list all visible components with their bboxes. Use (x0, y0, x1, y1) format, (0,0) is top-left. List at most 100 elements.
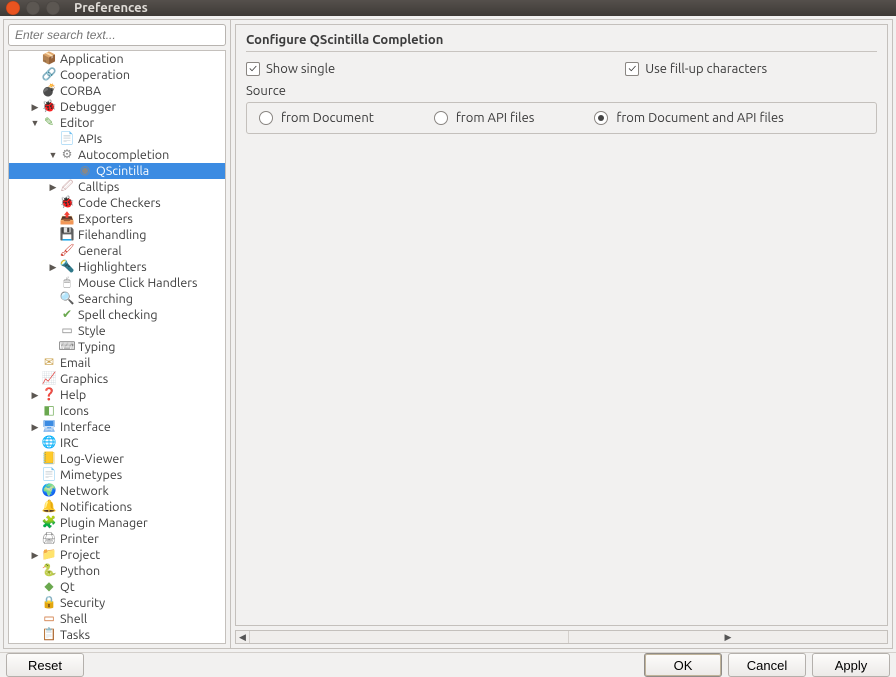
tree-item-filehandling[interactable]: 💾Filehandling (9, 227, 225, 243)
check-use-fillup[interactable]: ✓ Use fill-up characters (625, 62, 767, 76)
radio-from-api[interactable]: from API files (434, 111, 535, 125)
reset-button[interactable]: Reset (6, 653, 84, 677)
tree-item-code-checkers[interactable]: 🐞Code Checkers (9, 195, 225, 211)
scroll-track[interactable] (250, 631, 568, 643)
expand-arrow-icon[interactable]: ▼ (29, 115, 41, 131)
window-title: Preferences (74, 1, 148, 15)
tree-item-irc[interactable]: 🌐IRC (9, 435, 225, 451)
expand-arrow-icon[interactable]: ▶ (47, 179, 59, 195)
tree-item-style[interactable]: ▭Style (9, 323, 225, 339)
scroll-left-icon[interactable]: ◀ (236, 631, 250, 643)
tree-item-python[interactable]: 🐍Python (9, 563, 225, 579)
tree-item-icon: 🖌 (59, 243, 75, 259)
tree-item-typing[interactable]: ⌨Typing (9, 339, 225, 355)
tree-item-project[interactable]: ▶📁Project (9, 547, 225, 563)
expand-arrow-icon[interactable]: ▼ (47, 147, 59, 163)
radio-from-both[interactable]: from Document and API files (594, 111, 783, 125)
expand-arrow-icon[interactable]: ▶ (29, 99, 41, 115)
tree-item-email[interactable]: ✉Email (9, 355, 225, 371)
tree-item-printer[interactable]: 🖨Printer (9, 531, 225, 547)
tree-item-help[interactable]: ▶❓Help (9, 387, 225, 403)
tree-item-highlighters[interactable]: ▶🔦Highlighters (9, 259, 225, 275)
tree-item-label: QScintilla (96, 163, 149, 179)
radio-icon (434, 111, 448, 125)
radio-label: from API files (456, 111, 535, 125)
tree-item-qscintilla[interactable]: ◉QScintilla (9, 163, 225, 179)
tree-item-editor[interactable]: ▼✎Editor (9, 115, 225, 131)
tree-item-exporters[interactable]: 📤Exporters (9, 211, 225, 227)
tree-item-label: Network (60, 483, 109, 499)
tree-item-label: Mimetypes (60, 467, 122, 483)
tree-item-calltips[interactable]: ▶🖉Calltips (9, 179, 225, 195)
tree-item-debugger[interactable]: ▶🐞Debugger (9, 99, 225, 115)
expand-arrow-icon[interactable]: ▶ (29, 419, 41, 435)
tree-item-icon: 🔔 (41, 499, 57, 515)
tree-item-qt[interactable]: ◆Qt (9, 579, 225, 595)
tree-item-cooperation[interactable]: 🔗Cooperation (9, 67, 225, 83)
tree-item-icon: ◉ (77, 163, 93, 179)
tree-item-plugin-manager[interactable]: 🧩Plugin Manager (9, 515, 225, 531)
tree-item-icon: 🖱 (59, 275, 75, 291)
tree-item-mouse-click-handlers[interactable]: 🖱Mouse Click Handlers (9, 275, 225, 291)
radio-from-document[interactable]: from Document (259, 111, 374, 125)
radio-icon (259, 111, 273, 125)
check-show-single[interactable]: ✓ Show single (246, 62, 335, 76)
expand-arrow-icon[interactable]: ▶ (29, 547, 41, 563)
tree-item-network[interactable]: 🌍Network (9, 483, 225, 499)
tree-item-label: Filehandling (78, 227, 146, 243)
maximize-icon[interactable] (46, 1, 60, 15)
tree-item-icon: 📈 (41, 371, 57, 387)
close-icon[interactable] (6, 1, 20, 15)
tree-item-icon: 💾 (59, 227, 75, 243)
tree-item-interface[interactable]: ▶🖥Interface (9, 419, 225, 435)
scroll-right-icon[interactable]: ▶ (568, 631, 887, 643)
tree-item-application[interactable]: 📦Application (9, 51, 225, 67)
tree-item-icon: ❓ (41, 387, 57, 403)
tree-item-icon: 📤 (59, 211, 75, 227)
tree-item-notifications[interactable]: 🔔Notifications (9, 499, 225, 515)
radio-label: from Document (281, 111, 374, 125)
tree-item-label: IRC (60, 435, 79, 451)
ok-button[interactable]: OK (644, 653, 722, 677)
tree-item-icon: 📄 (41, 467, 57, 483)
tree-item-label: Exporters (78, 211, 133, 227)
tree-item-icon: ✔ (59, 307, 75, 323)
tree-item-icon: ⚙ (59, 147, 75, 163)
tree-item-searching[interactable]: 🔍Searching (9, 291, 225, 307)
apply-button[interactable]: Apply (812, 653, 890, 677)
tree-item-autocompletion[interactable]: ▼⚙Autocompletion (9, 147, 225, 163)
tree-item-label: Debugger (60, 99, 116, 115)
tree-item-icons[interactable]: ◧Icons (9, 403, 225, 419)
tree-item-tasks[interactable]: 📋Tasks (9, 627, 225, 643)
tree-item-label: Spell checking (78, 307, 158, 323)
tree-item-spell-checking[interactable]: ✔Spell checking (9, 307, 225, 323)
tree-scroll[interactable]: 📦Application🔗Cooperation💣CORBA▶🐞Debugger… (8, 50, 226, 644)
tree-item-label: Log-Viewer (60, 451, 124, 467)
tree-item-icon: 🔒 (41, 595, 57, 611)
expand-arrow-icon[interactable]: ▶ (29, 387, 41, 403)
tree-item-security[interactable]: 🔒Security (9, 595, 225, 611)
tree-item-label: Mouse Click Handlers (78, 275, 197, 291)
expand-arrow-icon[interactable]: ▶ (47, 259, 59, 275)
cancel-button[interactable]: Cancel (728, 653, 806, 677)
tree-item-icon: 🔍 (59, 291, 75, 307)
tree-item-apis[interactable]: 📄APIs (9, 131, 225, 147)
tree-item-label: CORBA (60, 83, 101, 99)
tree-item-label: Highlighters (78, 259, 147, 275)
tree-item-graphics[interactable]: 📈Graphics (9, 371, 225, 387)
horizontal-scrollbar[interactable]: ◀ ▶ (235, 630, 888, 644)
tree-item-general[interactable]: 🖌General (9, 243, 225, 259)
checkbox-icon: ✓ (246, 62, 260, 76)
tree-item-icon: 🐍 (41, 563, 57, 579)
config-pane: Configure QScintilla Completion ✓ Show s… (235, 24, 888, 626)
tree-item-log-viewer[interactable]: 📒Log-Viewer (9, 451, 225, 467)
tree-item-label: Qt (60, 579, 75, 595)
tree-item-icon: 📦 (41, 51, 57, 67)
tree-item-shell[interactable]: ▭Shell (9, 611, 225, 627)
tree-item-label: Interface (60, 419, 111, 435)
tree-item-icon: ✎ (41, 115, 57, 131)
tree-item-mimetypes[interactable]: 📄Mimetypes (9, 467, 225, 483)
tree-item-corba[interactable]: 💣CORBA (9, 83, 225, 99)
search-input[interactable] (8, 24, 226, 46)
minimize-icon[interactable] (26, 1, 40, 15)
